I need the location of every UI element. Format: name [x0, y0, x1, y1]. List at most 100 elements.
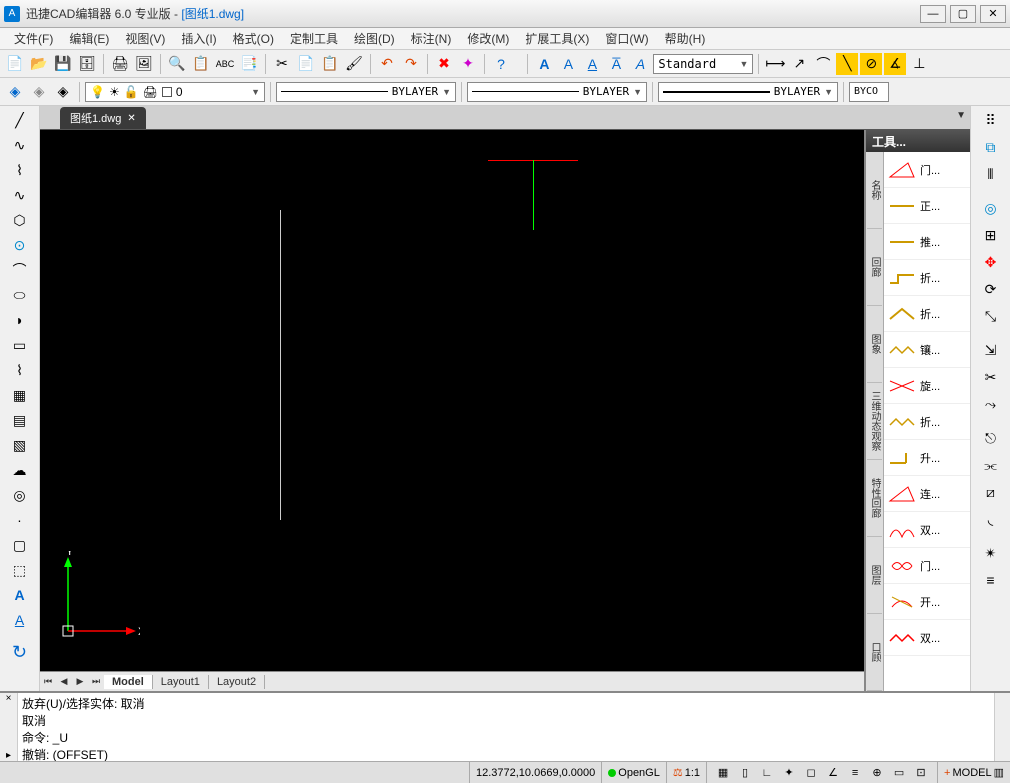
mtext-icon[interactable]: A: [8, 583, 32, 607]
palette-item[interactable]: 折...: [884, 260, 970, 296]
move-icon[interactable]: ✥: [979, 250, 1003, 274]
donut-icon[interactable]: ◎: [8, 483, 32, 507]
batch-icon[interactable]: 📑: [238, 53, 260, 75]
ellipse-icon[interactable]: ⬭: [8, 283, 32, 307]
explode-icon[interactable]: ✴: [979, 541, 1003, 565]
line-icon[interactable]: ╱: [8, 108, 32, 132]
offset-icon[interactable]: ◎: [979, 196, 1003, 220]
ortho-btn[interactable]: ∟: [757, 764, 777, 782]
palette-item[interactable]: 双...: [884, 512, 970, 548]
trim-icon[interactable]: ✂: [979, 365, 1003, 389]
break-icon[interactable]: ⎋: [979, 426, 1003, 450]
stretch-icon[interactable]: ⇲: [979, 338, 1003, 362]
side-tab-3dorbit[interactable]: 三维动态观察: [867, 383, 882, 460]
spline-icon[interactable]: ∿: [8, 183, 32, 207]
dim-ordinate-icon[interactable]: ⊥: [908, 53, 930, 75]
help-icon[interactable]: ?: [490, 53, 512, 75]
revcloud-icon[interactable]: ⌇: [8, 358, 32, 382]
layout-next-icon[interactable]: ▶: [72, 674, 88, 690]
spell-icon[interactable]: ABC: [214, 53, 236, 75]
lwt-btn[interactable]: ≡: [845, 764, 865, 782]
rotate-icon[interactable]: ⟳: [979, 277, 1003, 301]
menu-custom-tools[interactable]: 定制工具: [282, 28, 346, 49]
copy-obj-icon[interactable]: ⧉: [979, 135, 1003, 159]
dim-angular-icon[interactable]: ∡: [884, 53, 906, 75]
layout-first-icon[interactable]: ⏮: [40, 674, 56, 690]
minimize-button[interactable]: —: [920, 5, 946, 23]
bycolor-combo[interactable]: BYCO: [849, 82, 889, 102]
side-tab-properties[interactable]: 特性回廊: [867, 460, 882, 537]
otrack-btn[interactable]: ∠: [823, 764, 843, 782]
gradient-icon[interactable]: ▤: [8, 408, 32, 432]
palette-item[interactable]: 双...: [884, 620, 970, 656]
text-style-a2-icon[interactable]: A: [557, 53, 579, 75]
cmd-scrollbar[interactable]: [994, 693, 1010, 761]
palette-item[interactable]: 门...: [884, 548, 970, 584]
scale-icon[interactable]: ⤡: [979, 304, 1003, 328]
layer-previous-icon[interactable]: ◈: [52, 81, 74, 103]
menu-express[interactable]: 扩展工具(X): [517, 28, 597, 49]
open-icon[interactable]: 📂: [28, 53, 50, 75]
lineweight-combo[interactable]: BYLAYER ▼: [467, 82, 647, 102]
menu-view[interactable]: 视图(V): [117, 28, 173, 49]
pline-icon[interactable]: ⌇: [8, 158, 32, 182]
mirror-icon[interactable]: ⦀: [979, 162, 1003, 186]
osnap-btn[interactable]: ◻: [801, 764, 821, 782]
canvas[interactable]: Y X: [40, 130, 864, 671]
saveas-icon[interactable]: 🗄: [76, 53, 98, 75]
sc-btn[interactable]: ⊡: [911, 764, 931, 782]
text-icon[interactable]: A: [8, 608, 32, 632]
palette-item[interactable]: 连...: [884, 476, 970, 512]
layout-prev-icon[interactable]: ◀: [56, 674, 72, 690]
redo-icon[interactable]: ↷: [400, 53, 422, 75]
find-icon[interactable]: 🔍: [166, 53, 188, 75]
palette-item[interactable]: 镶...: [884, 332, 970, 368]
renderer-display[interactable]: OpenGL: [601, 762, 666, 783]
side-tab-image[interactable]: 图象: [867, 306, 882, 383]
text-underline-icon[interactable]: A: [581, 53, 603, 75]
dim-linear-icon[interactable]: ⟼: [764, 53, 786, 75]
menu-modify[interactable]: 修改(M): [459, 28, 517, 49]
layout-tab-2[interactable]: Layout2: [209, 675, 265, 689]
cmd-handle[interactable]: ×▸: [0, 693, 18, 761]
palette-item[interactable]: 升...: [884, 440, 970, 476]
plotstyle-combo[interactable]: BYLAYER ▼: [658, 82, 838, 102]
layers-icon[interactable]: 📋: [190, 53, 212, 75]
polygon-icon[interactable]: ⬡: [8, 208, 32, 232]
model-space-toggle[interactable]: + MODEL ▥: [937, 762, 1010, 783]
erase-icon[interactable]: ✖: [433, 53, 455, 75]
refresh-icon[interactable]: ↻: [8, 640, 32, 664]
point-icon[interactable]: ·: [8, 508, 32, 532]
join-icon[interactable]: ⫘: [979, 453, 1003, 477]
document-tab[interactable]: 图纸1.dwg ✕: [60, 107, 146, 129]
palette-title[interactable]: 工具...: [866, 130, 970, 152]
paste-icon[interactable]: 📋: [319, 53, 341, 75]
palette-item[interactable]: 折...: [884, 296, 970, 332]
rectangle-icon[interactable]: ▭: [8, 333, 32, 357]
ellipse-arc-icon[interactable]: ◗: [8, 308, 32, 332]
command-text[interactable]: 放弃(U)/选择实体: 取消 取消 命令: _U 撤销: (OFFSET) 命令…: [18, 693, 994, 761]
block-icon[interactable]: ▢: [8, 533, 32, 557]
side-tab-corridor[interactable]: 回廊: [867, 229, 882, 306]
layout-tab-1[interactable]: Layout1: [153, 675, 209, 689]
circle-icon[interactable]: ⊙: [8, 233, 32, 257]
grip-icon[interactable]: ⠿: [979, 108, 1003, 132]
layer-combo[interactable]: 💡 ☀ 🔓 🖨 0 ▼: [85, 82, 265, 102]
array-icon[interactable]: ⊞: [979, 223, 1003, 247]
menu-dimension[interactable]: 标注(N): [403, 28, 460, 49]
menu-file[interactable]: 文件(F): [6, 28, 61, 49]
tab-list-dropdown[interactable]: ▼: [956, 110, 966, 121]
palette-item[interactable]: 正...: [884, 188, 970, 224]
palette-list[interactable]: 门... 正... 推... 折... 折... 镶... 旋... 折... …: [884, 152, 970, 691]
cut-icon[interactable]: ✂: [271, 53, 293, 75]
palette-item[interactable]: 折...: [884, 404, 970, 440]
chamfer-icon[interactable]: ⧄: [979, 480, 1003, 504]
wblock-icon[interactable]: ⬚: [8, 558, 32, 582]
boundary-icon[interactable]: ☁: [8, 458, 32, 482]
dyn-btn[interactable]: ⊕: [867, 764, 887, 782]
menu-draw[interactable]: 绘图(D): [346, 28, 403, 49]
side-tab-review[interactable]: 口顾: [867, 614, 882, 691]
polar-btn[interactable]: ✦: [779, 764, 799, 782]
palette-item[interactable]: 推...: [884, 224, 970, 260]
palette-item[interactable]: 门...: [884, 152, 970, 188]
